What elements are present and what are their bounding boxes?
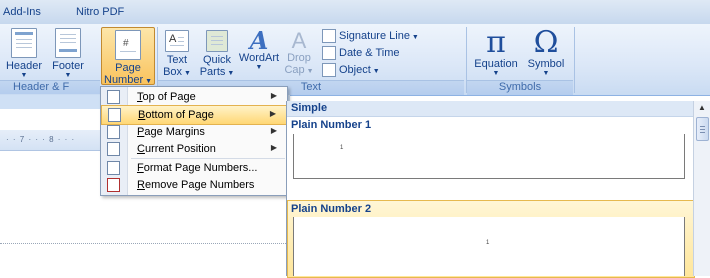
top-of-page-icon	[107, 90, 120, 104]
menu-item-format-page-numbers[interactable]: Format Page Numbers...	[101, 159, 287, 177]
chevron-down-icon: ▼	[255, 64, 263, 71]
quick-parts-icon	[206, 30, 228, 52]
gallery-entry-title: Plain Number 1	[287, 118, 693, 133]
tab-add-ins[interactable]: Add-Ins	[3, 6, 41, 18]
symbol-button[interactable]: Ω Symbol ▼	[524, 28, 568, 78]
page-number-gallery: Simple Plain Number 1 1 Plain Number 2 1…	[286, 101, 710, 278]
header-button-label: Header	[5, 60, 43, 72]
wordart-button[interactable]: A WordArt ▼	[238, 26, 280, 72]
menu-item-remove-page-numbers[interactable]: Remove Page Numbers	[101, 176, 287, 194]
quick-parts-label-top: Quick	[202, 54, 232, 66]
footer-button[interactable]: Footer ▼	[46, 28, 90, 80]
equation-label: Equation	[474, 58, 518, 70]
page-number-label-top: Page	[115, 62, 141, 74]
signature-line-button[interactable]: Signature Line ▼	[322, 29, 419, 43]
chevron-down-icon: ▼	[492, 70, 500, 77]
ruler-ticks: · · 7 · · · 8 · · ·	[6, 135, 76, 144]
footer-button-label: Footer	[52, 60, 84, 72]
quick-parts-label-bottom: Parts ▼	[199, 66, 235, 78]
drop-cap-label-bottom: Cap ▼	[284, 64, 314, 76]
text-box-button[interactable]: A Text Box ▼	[160, 30, 194, 80]
header-button[interactable]: Header ▼	[4, 28, 44, 80]
date-time-button[interactable]: Date & Time	[322, 46, 400, 60]
object-icon	[322, 63, 336, 77]
gallery-section-header: Simple	[287, 101, 693, 117]
signature-line-icon	[322, 29, 336, 43]
gallery-entry-title: Plain Number 2	[291, 203, 372, 215]
page-number-menu: Top of Page ▶ Bottom of Page ▶ Page Marg…	[100, 86, 288, 196]
remove-page-numbers-icon	[107, 178, 120, 192]
equation-button[interactable]: π Equation ▼	[470, 28, 522, 78]
page-number-button[interactable]: # Page Number ▼	[101, 27, 155, 86]
date-time-icon	[322, 46, 336, 60]
menu-item-page-margins[interactable]: Page Margins ▶	[101, 123, 287, 141]
submenu-arrow-icon: ▶	[270, 143, 277, 152]
current-position-icon	[107, 142, 120, 156]
page-margins-icon	[107, 125, 120, 139]
wordart-icon: A	[249, 26, 269, 55]
gallery-entry-plain-number-1[interactable]: 1	[293, 134, 685, 179]
submenu-arrow-icon: ▶	[269, 109, 276, 118]
header-footer-group-label: Header & F	[0, 80, 100, 94]
document-line	[0, 243, 290, 244]
chevron-down-icon: ▼	[20, 72, 28, 79]
format-page-numbers-icon	[107, 161, 120, 175]
group-divider	[574, 27, 575, 93]
drop-cap-label-top: Drop	[287, 52, 311, 64]
page-number-preview: 1	[486, 240, 490, 246]
gallery-scrollbar[interactable]: ▲	[693, 101, 710, 276]
drop-cap-button[interactable]: A Drop Cap ▼	[282, 30, 316, 78]
text-box-label-top: Text	[166, 54, 188, 66]
chevron-down-icon: ▼	[64, 72, 72, 79]
wordart-label: WordArt	[238, 52, 280, 64]
menu-item-top-of-page[interactable]: Top of Page ▶	[101, 88, 287, 106]
page-number-icon: #	[115, 30, 141, 60]
gallery-entry-plain-number-2[interactable]: 1	[293, 217, 685, 276]
menu-item-current-position[interactable]: Current Position ▶	[101, 140, 287, 158]
chevron-down-icon: ▼	[542, 70, 550, 77]
object-button[interactable]: Object ▼	[322, 63, 380, 77]
text-box-label-bottom: Box ▼	[163, 66, 191, 78]
symbol-label: Symbol	[527, 58, 565, 70]
page-number-preview: 1	[340, 145, 344, 151]
symbol-icon: Ω	[533, 25, 559, 60]
submenu-arrow-icon: ▶	[270, 126, 277, 135]
scroll-up-icon[interactable]: ▲	[698, 103, 706, 112]
text-box-icon: A	[165, 30, 189, 52]
ribbon-tab-strip: Add-Ins Nitro PDF	[0, 0, 710, 25]
scrollbar-thumb[interactable]	[696, 117, 709, 141]
footer-icon	[55, 28, 81, 58]
bottom-of-page-icon	[108, 108, 121, 122]
header-icon	[11, 28, 37, 58]
tab-nitro-pdf[interactable]: Nitro PDF	[76, 6, 124, 18]
submenu-arrow-icon: ▶	[270, 91, 277, 100]
quick-parts-button[interactable]: Quick Parts ▼	[198, 30, 236, 80]
drop-cap-icon: A	[291, 28, 307, 53]
equation-icon: π	[486, 25, 506, 60]
symbols-group-label: Symbols	[467, 80, 573, 95]
menu-item-bottom-of-page[interactable]: Bottom of Page ▶	[101, 105, 287, 125]
